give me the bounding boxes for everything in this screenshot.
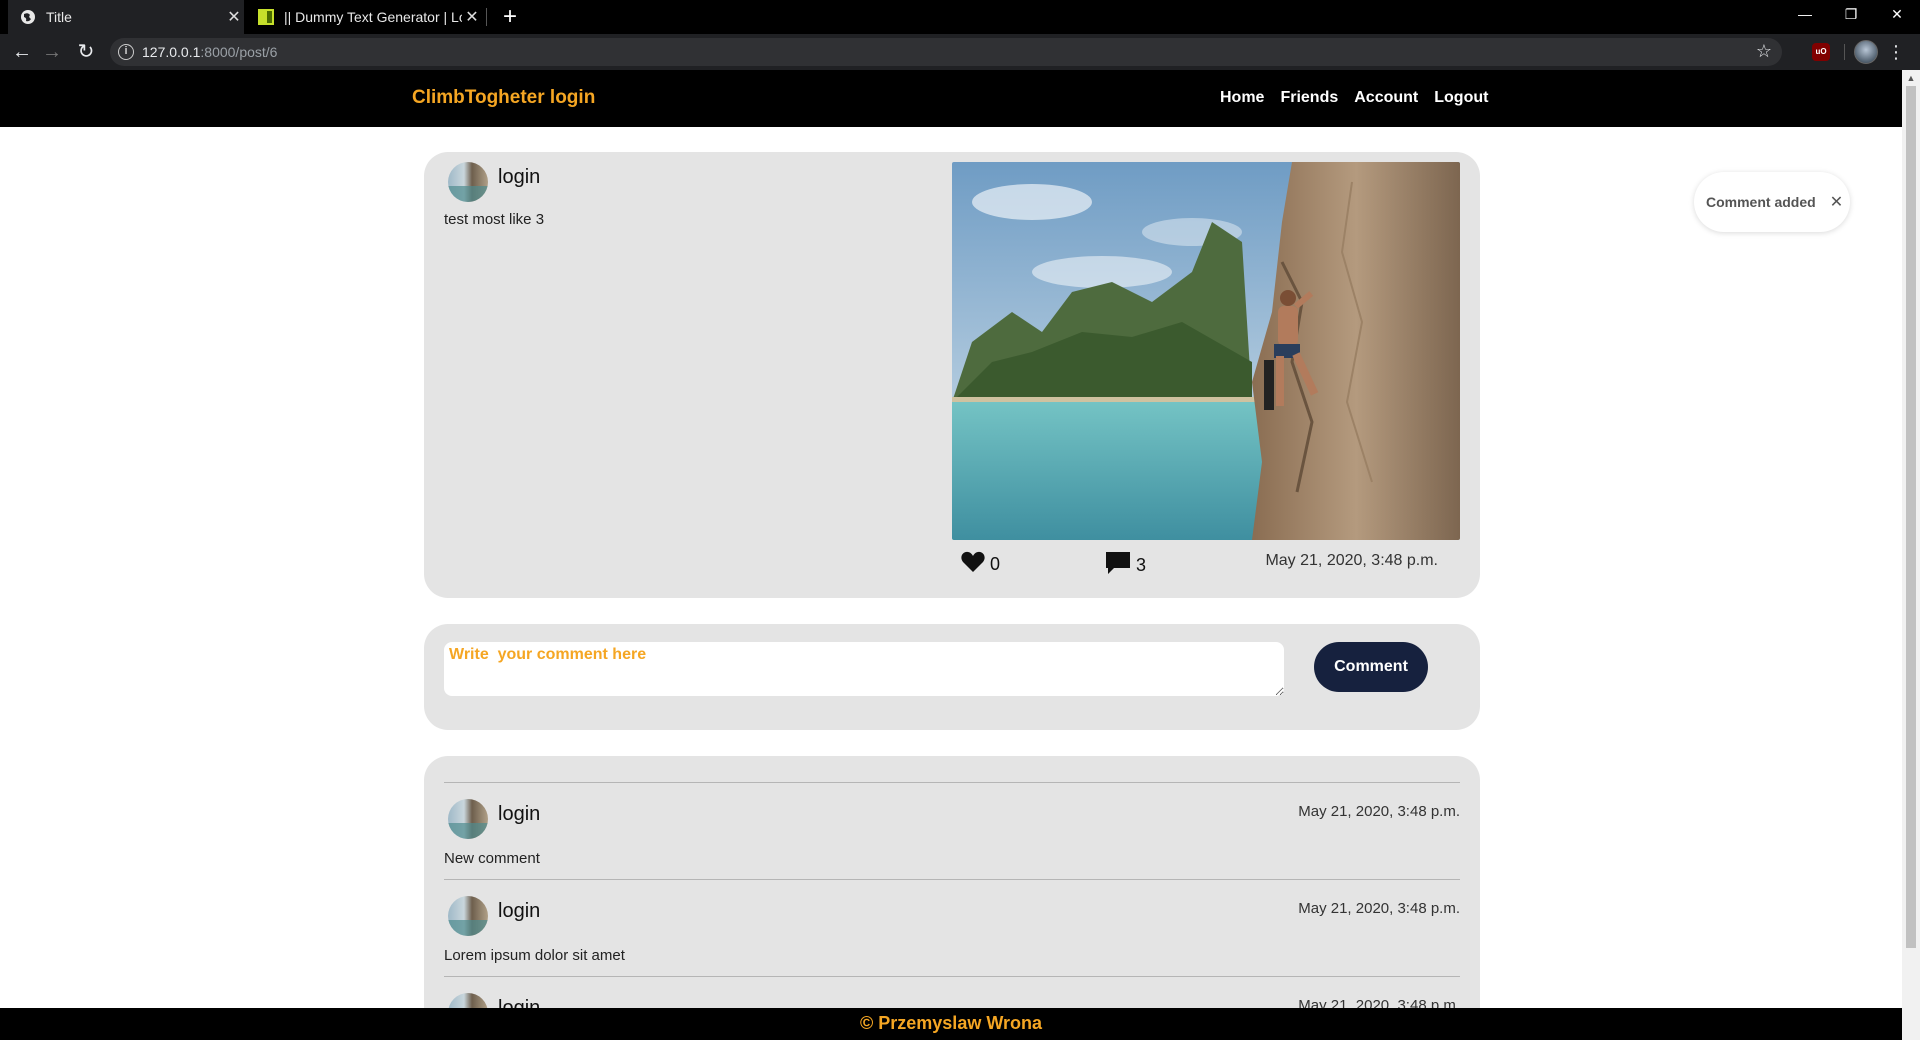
forward-icon[interactable]: → — [38, 38, 66, 66]
scroll-thumb[interactable] — [1906, 86, 1916, 948]
browser-tab-active[interactable]: Title ✕ — [8, 0, 244, 34]
toolbar-divider — [1844, 44, 1845, 60]
close-tab-icon[interactable]: ✕ — [462, 7, 482, 27]
comment-text: New comment — [444, 850, 540, 867]
comments-list: login May 21, 2020, 3:48 p.m. New commen… — [424, 756, 1480, 1040]
close-window-icon[interactable]: ✕ — [1874, 0, 1920, 30]
post-card: login test most like 3 0 3 May 21, 2020,… — [424, 152, 1480, 598]
avatar — [448, 799, 488, 839]
toast-notification: Comment added ✕ — [1694, 172, 1850, 232]
heart-icon[interactable] — [960, 550, 986, 579]
tab-title: || Dummy Text Generator | Lorem — [284, 9, 462, 25]
browser-tab-bar: Title ✕ || Dummy Text Generator | Lorem … — [0, 0, 1920, 34]
post-author: login — [448, 162, 540, 202]
browser-menu-icon[interactable]: ⋮ — [1886, 38, 1906, 66]
restore-icon[interactable]: ❐ — [1828, 0, 1874, 30]
site-favicon-icon — [258, 9, 274, 25]
site-info-icon[interactable]: i — [118, 44, 134, 60]
browser-toolbar: ← → ↻ i 127.0.0.1:8000/post/6 ☆ uO ⋮ — [0, 34, 1920, 70]
likes-count: 0 — [990, 554, 1001, 574]
nav-home[interactable]: Home — [1220, 89, 1264, 107]
comment-date: May 21, 2020, 3:48 p.m. — [1298, 803, 1460, 820]
comments-count[interactable]: 3 — [1104, 550, 1146, 581]
address-bar[interactable]: i 127.0.0.1:8000/post/6 ☆ — [110, 38, 1782, 66]
likes[interactable]: 0 — [960, 550, 1000, 579]
new-tab-icon[interactable]: + — [496, 2, 524, 32]
post-image — [952, 162, 1460, 540]
page-scrollbar[interactable]: ▲ — [1902, 70, 1920, 1040]
nav-links: Home Friends Account Logout — [1220, 89, 1488, 107]
comment-input[interactable] — [444, 642, 1284, 696]
comments-count-value: 3 — [1136, 555, 1147, 575]
footer-text: © Przemyslaw Wrona — [860, 1013, 1042, 1033]
scroll-up-icon[interactable]: ▲ — [1902, 70, 1920, 86]
post-author-name[interactable]: login — [498, 166, 540, 189]
site-footer: © Przemyslaw Wrona — [0, 1008, 1902, 1040]
post-text: test most like 3 — [444, 211, 545, 228]
comment-author: login — [448, 799, 540, 839]
globe-icon — [20, 9, 36, 25]
nav-account[interactable]: Account — [1354, 89, 1418, 107]
comment-author-name[interactable]: login — [498, 900, 540, 923]
site-navbar: ClimbTogheter login Home Friends Account… — [0, 70, 1902, 127]
ublock-extension-icon[interactable]: uO — [1812, 43, 1830, 61]
minimize-icon[interactable]: — — [1782, 0, 1828, 30]
avatar — [448, 896, 488, 936]
toast-text: Comment added — [1706, 194, 1816, 210]
url-host: 127.0.0.1 — [142, 44, 201, 60]
nav-friends[interactable]: Friends — [1280, 89, 1338, 107]
bookmark-star-icon[interactable]: ☆ — [1756, 41, 1772, 62]
comment-bubble-icon — [1104, 550, 1132, 581]
comment-date: May 21, 2020, 3:48 p.m. — [1298, 900, 1460, 917]
comment-item: login May 21, 2020, 3:48 p.m. Lorem ipsu… — [444, 879, 1460, 976]
page-viewport: ClimbTogheter login Home Friends Account… — [0, 70, 1902, 1040]
site-brand[interactable]: ClimbTogheter login — [412, 87, 595, 109]
close-icon[interactable]: ✕ — [1830, 192, 1843, 212]
reload-icon[interactable]: ↻ — [72, 38, 100, 66]
avatar — [448, 162, 488, 202]
comment-form: Comment — [424, 624, 1480, 730]
tab-title: Title — [46, 9, 72, 25]
comment-author: login — [448, 896, 540, 936]
comment-text: Lorem ipsum dolor sit amet — [444, 947, 625, 964]
browser-tab[interactable]: || Dummy Text Generator | Lorem ✕ — [252, 0, 482, 34]
comment-submit-button[interactable]: Comment — [1314, 642, 1428, 692]
comment-item: login May 21, 2020, 3:48 p.m. New commen… — [444, 782, 1460, 879]
url-path: :8000/post/6 — [200, 44, 278, 60]
tab-separator — [486, 8, 487, 26]
nav-logout[interactable]: Logout — [1434, 89, 1488, 107]
profile-avatar-icon[interactable] — [1854, 40, 1878, 64]
post-meta: 0 3 May 21, 2020, 3:48 p.m. — [960, 550, 1460, 578]
back-icon[interactable]: ← — [8, 38, 36, 66]
post-date: May 21, 2020, 3:48 p.m. — [1265, 552, 1438, 569]
close-tab-icon[interactable]: ✕ — [224, 7, 244, 27]
comment-author-name[interactable]: login — [498, 803, 540, 826]
